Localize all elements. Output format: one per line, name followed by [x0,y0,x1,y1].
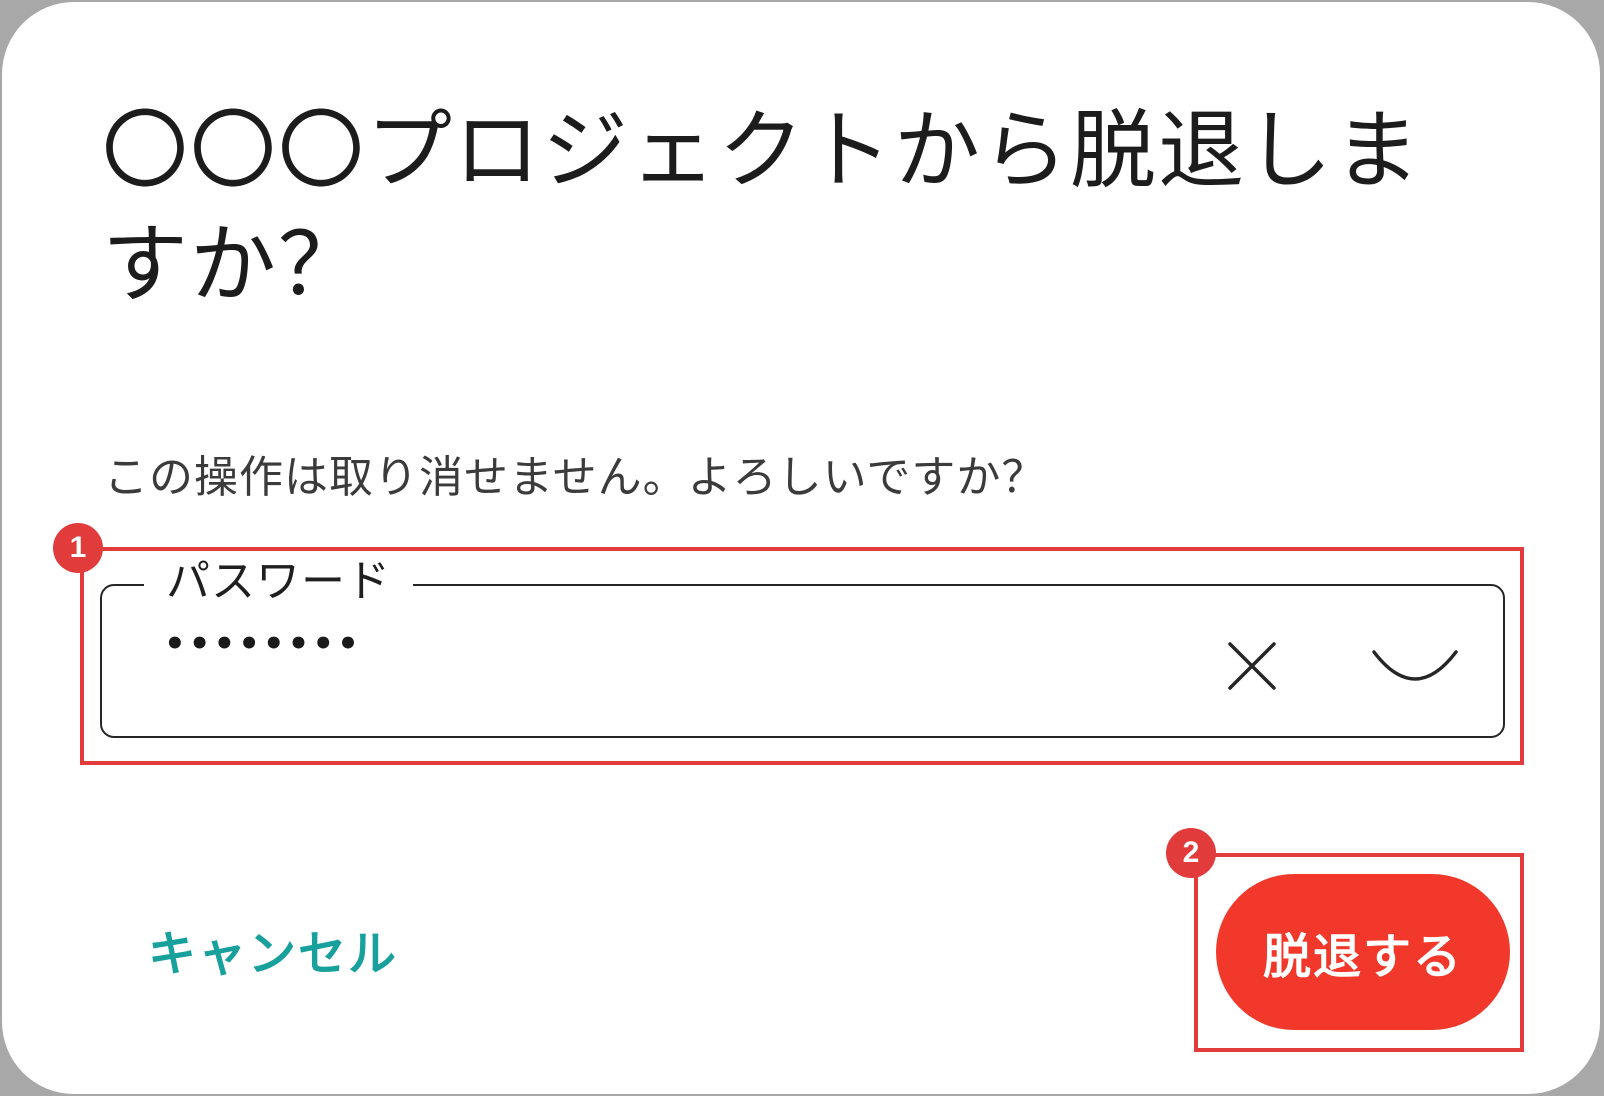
screenshot-stage: 〇〇〇プロジェクトから脱退しますか？ この操作は取り消せません。よろしいですか？… [0,0,1604,1096]
toggle-password-visibility-button[interactable] [1368,644,1462,694]
clear-password-button[interactable] [1222,636,1282,696]
dialog-message: この操作は取り消せません。よろしいですか？ [104,452,1047,503]
eye-closed-icon [1372,650,1458,681]
password-field[interactable]: パスワード •••••••• [100,552,1505,738]
password-field-label: パスワード [144,552,413,612]
dialog-title: 〇〇〇プロジェクトから脱退しますか？ [102,101,1422,315]
cancel-button[interactable]: キャンセル [148,922,398,986]
leave-project-dialog: 〇〇〇プロジェクトから脱退しますか？ この操作は取り消せません。よろしいですか？… [2,2,1600,1094]
step-badge-2: 2 [1166,828,1216,878]
step-badge-1: 1 [53,523,103,573]
password-input[interactable]: •••••••• [164,622,362,666]
leave-project-button[interactable]: 脱退する [1216,874,1510,1030]
close-icon [1228,642,1276,690]
